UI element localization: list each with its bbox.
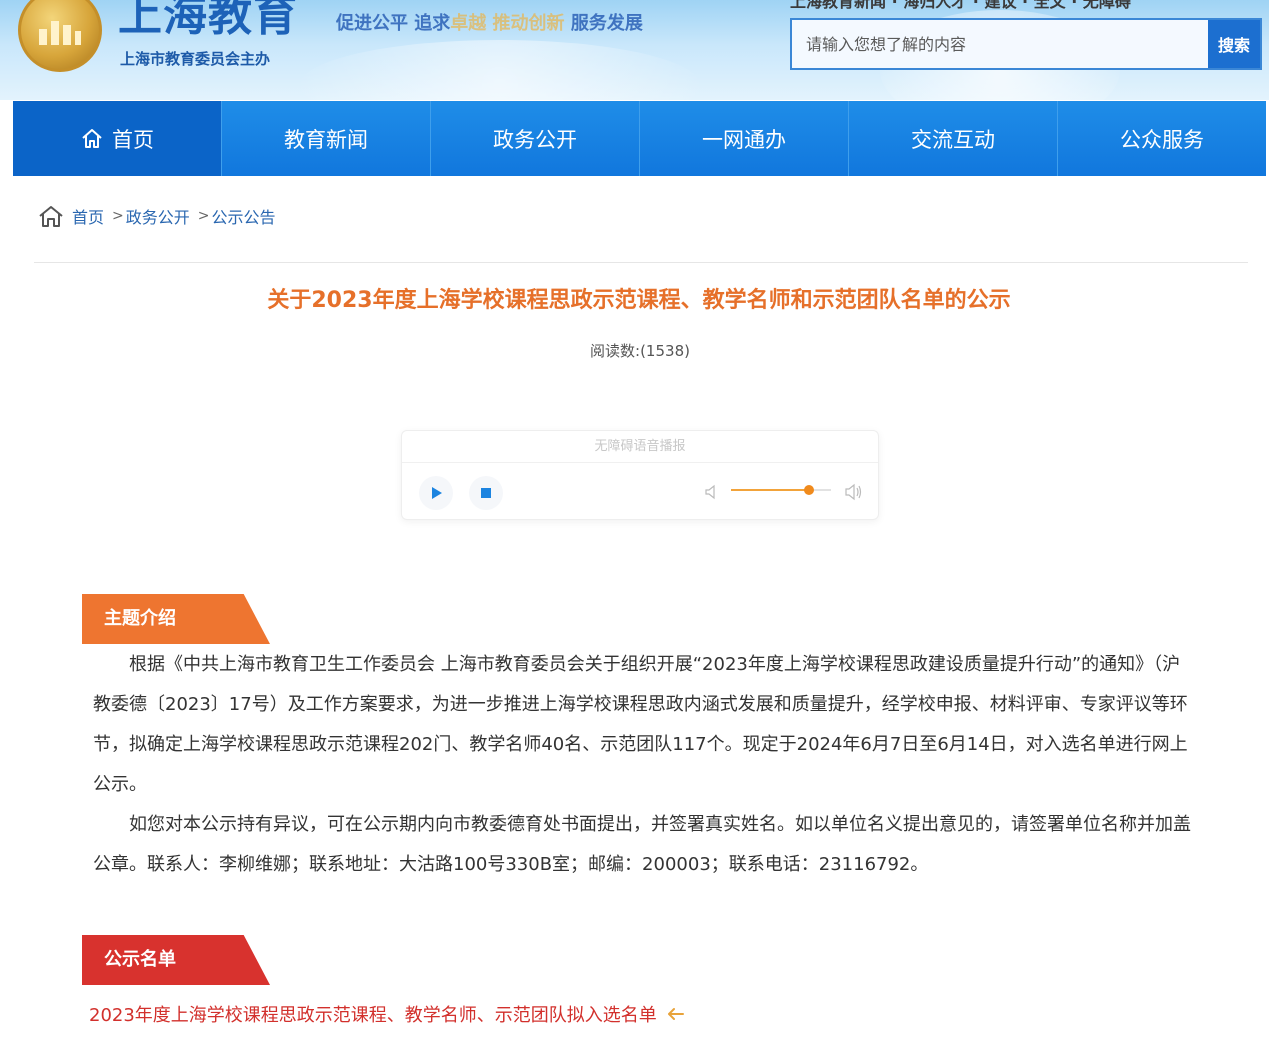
nav-item-label: 交流互动 bbox=[911, 127, 995, 152]
attachment-arrow-icon bbox=[667, 1008, 684, 1020]
breadcrumb-item-government-affairs[interactable]: 政务公开 bbox=[126, 204, 190, 228]
nav-item-label: 教育新闻 bbox=[284, 127, 368, 152]
search-button[interactable]: 搜索 bbox=[1208, 20, 1260, 68]
nav-item-label: 一网通办 bbox=[702, 127, 786, 152]
breadcrumb-item-home[interactable]: 首页 bbox=[72, 204, 104, 228]
play-icon bbox=[432, 487, 442, 499]
site-header: 上海教育 上海市教育委员会主办 促进公平 追求卓越 推动创新 服务发展 上海教育… bbox=[0, 0, 1269, 100]
site-logo-title[interactable]: 上海教育 bbox=[118, 0, 298, 42]
slogan-faded-text: 卓越 推动创新 bbox=[450, 13, 565, 34]
top-links[interactable]: 上海教育新闻 · 海归人才 · 建议 · 全文 · 无障碍 bbox=[790, 0, 1131, 12]
divider bbox=[34, 262, 1248, 263]
nav-item-one-stop-service[interactable]: 一网通办 bbox=[640, 101, 849, 176]
search-box: 搜索 bbox=[790, 18, 1262, 70]
nav-item-education-news[interactable]: 教育新闻 bbox=[222, 101, 431, 176]
volume-fill bbox=[731, 489, 809, 491]
nav-item-label: 政务公开 bbox=[493, 127, 577, 152]
player-controls bbox=[402, 463, 878, 521]
breadcrumb-separator: > bbox=[112, 208, 124, 224]
nav-item-label: 首页 bbox=[112, 127, 154, 152]
player-title: 无障碍语音播报 bbox=[402, 431, 878, 463]
header-decoration bbox=[300, 40, 700, 100]
play-button[interactable] bbox=[419, 476, 453, 510]
attachment-link[interactable]: 2023年度上海学校课程思政示范课程、教学名师、示范团队拟入选名单 bbox=[89, 1001, 685, 1027]
volume-knob[interactable] bbox=[804, 485, 814, 495]
article-paragraph: 根据《中共上海市教育卫生工作委员会 上海市教育委员会关于组织开展“2023年度上… bbox=[93, 654, 1188, 795]
logo-emblem-icon[interactable] bbox=[18, 0, 102, 72]
site-slogan: 促进公平 追求卓越 推动创新 服务发展 bbox=[336, 12, 643, 36]
volume-low-icon[interactable] bbox=[704, 484, 720, 500]
slogan-text: 促进公平 追求 bbox=[336, 13, 451, 34]
breadcrumb: 首页 > 政务公开 > 公示公告 bbox=[38, 204, 276, 228]
stop-button[interactable] bbox=[469, 476, 503, 510]
main-nav: 首页 教育新闻 政务公开 一网通办 交流互动 公众服务 bbox=[13, 101, 1266, 176]
article-body: 根据《中共上海市教育卫生工作委员会 上海市教育委员会关于组织开展“2023年度上… bbox=[93, 645, 1193, 885]
article-title: 关于2023年度上海学校课程思政示范课程、教学名师和示范团队名单的公示 bbox=[267, 288, 1011, 313]
read-count: 阅读数:(1538) bbox=[590, 342, 690, 360]
stop-icon bbox=[481, 488, 491, 498]
breadcrumb-separator: > bbox=[197, 208, 210, 224]
slogan-text: 服务发展 bbox=[564, 13, 643, 34]
search-input[interactable] bbox=[792, 20, 1208, 68]
nav-item-label: 公众服务 bbox=[1120, 127, 1204, 152]
nav-item-government-affairs[interactable]: 政务公开 bbox=[431, 101, 640, 176]
nav-item-interaction[interactable]: 交流互动 bbox=[849, 101, 1058, 176]
section-tag-intro: 主题介绍 bbox=[82, 594, 270, 644]
home-icon bbox=[39, 206, 63, 227]
attachment-label: 2023年度上海学校课程思政示范课程、教学名师、示范团队拟入选名单 bbox=[89, 1005, 657, 1026]
nav-item-public-service[interactable]: 公众服务 bbox=[1058, 101, 1266, 176]
volume-high-icon[interactable] bbox=[844, 483, 864, 501]
section-tag-list: 公示名单 bbox=[82, 935, 270, 985]
nav-item-home[interactable]: 首页 bbox=[13, 101, 222, 176]
audio-player: 无障碍语音播报 bbox=[401, 430, 879, 520]
home-icon bbox=[82, 128, 102, 148]
site-logo-subtitle: 上海市教育委员会主办 bbox=[120, 50, 271, 68]
breadcrumb-item-announcements[interactable]: 公示公告 bbox=[212, 204, 276, 228]
article-paragraph: 如您对本公示持有异议，可在公示期内向市教委德育处书面提出，并签署真实姓名。如以单… bbox=[93, 814, 1191, 875]
volume-slider[interactable] bbox=[731, 485, 831, 495]
